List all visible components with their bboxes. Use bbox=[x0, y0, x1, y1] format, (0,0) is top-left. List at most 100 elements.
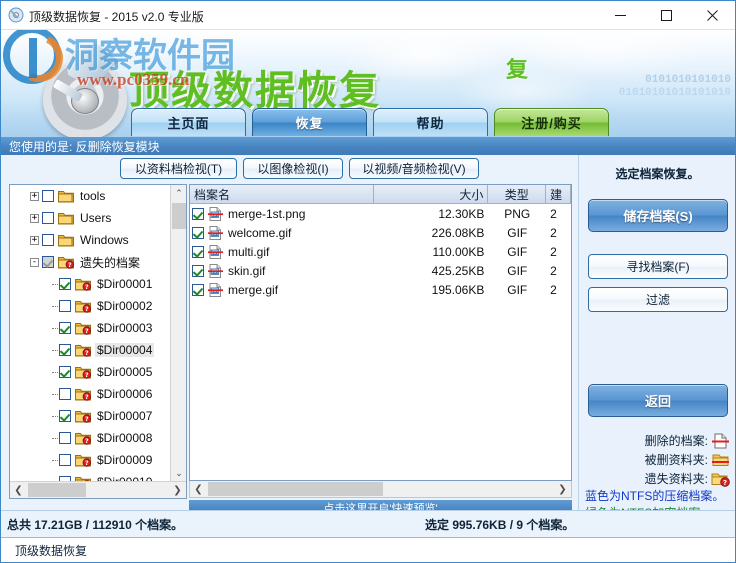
filter-button[interactable]: 过滤 bbox=[588, 287, 728, 312]
tree-item-$dir00001[interactable]: ? $Dir00001 bbox=[10, 273, 171, 295]
file-name-cell[interactable]: merge-1st.png bbox=[190, 206, 374, 221]
back-button[interactable]: 返回 bbox=[588, 384, 728, 417]
tree-item-$dir00002[interactable]: ? $Dir00002 bbox=[10, 295, 171, 317]
tree-item-$dir00009[interactable]: ? $Dir00009 bbox=[10, 449, 171, 471]
file-size-cell: 110.00KB bbox=[432, 244, 485, 259]
file-list-row[interactable]: skin.gif 425.25KB GIF 2 bbox=[190, 261, 571, 280]
tree-scroll-up-arrow-icon[interactable]: ⌃ bbox=[171, 185, 186, 202]
tree-item-遗失的档案[interactable]: -? 遗失的档案 bbox=[10, 251, 171, 273]
tab-recover[interactable]: 恢复 bbox=[252, 108, 367, 136]
file-name-cell[interactable]: merge.gif bbox=[190, 282, 374, 297]
file-name-cell[interactable]: welcome.gif bbox=[190, 225, 374, 240]
folder-tree-panel[interactable]: + tools + Users + Windows -? 遗失的档案? $Dir00001? $D… bbox=[9, 184, 187, 499]
tree-checkbox[interactable] bbox=[59, 278, 71, 290]
tree-item-$dir00007[interactable]: ? $Dir00007 bbox=[10, 405, 171, 427]
file-checkbox[interactable] bbox=[192, 283, 204, 296]
lost-folder-icon: ? bbox=[75, 343, 91, 357]
tree-item-$dir00008[interactable]: ? $Dir00008 bbox=[10, 427, 171, 449]
save-files-button[interactable]: 储存档案(S) bbox=[588, 199, 728, 232]
bottom-app-name-bar: 顶级数据恢复 bbox=[1, 537, 735, 562]
tab-help[interactable]: 帮助 bbox=[373, 108, 488, 136]
svg-text:?: ? bbox=[85, 328, 89, 335]
file-name-text: merge-1st.png bbox=[228, 206, 306, 221]
tree-item-$dir00005[interactable]: ? $Dir00005 bbox=[10, 361, 171, 383]
view-as-video-audio-button[interactable]: 以视频/音频检视(V) bbox=[349, 158, 479, 179]
tree-scroll-thumb[interactable] bbox=[172, 203, 186, 229]
tree-item-$dir00003[interactable]: ? $Dir00003 bbox=[10, 317, 171, 339]
tree-connector-line bbox=[52, 437, 58, 439]
tree-checkbox[interactable] bbox=[59, 410, 71, 422]
view-as-data-files-button[interactable]: 以资料档检视(T) bbox=[120, 158, 237, 179]
status-selected-text: 选定 995.76KB / 9 个档案。 bbox=[425, 518, 575, 532]
file-list-panel[interactable]: 档案名 大小 类型 建 merge-1st.png 12.30KB PNG 2 welc… bbox=[189, 184, 572, 481]
file-checkbox[interactable] bbox=[192, 226, 204, 239]
tree-expander-minus-icon[interactable]: - bbox=[30, 257, 39, 267]
tree-hscroll-thumb[interactable] bbox=[28, 483, 86, 497]
tree-expander-plus-icon[interactable]: + bbox=[30, 235, 39, 245]
file-list-horizontal-scrollbar[interactable]: ❮ ❯ bbox=[189, 481, 572, 498]
find-files-button[interactable]: 寻找档案(F) bbox=[588, 254, 728, 279]
file-checkbox[interactable] bbox=[192, 207, 204, 220]
tree-item-$dir00006[interactable]: ? $Dir00006 bbox=[10, 383, 171, 405]
tree-checkbox[interactable] bbox=[59, 388, 71, 400]
main-content-area: 以资料档检视(T) 以图像检视(I) 以视频/音频检视(V) + tools + Us… bbox=[1, 155, 735, 520]
file-checkbox[interactable] bbox=[192, 264, 204, 277]
tree-checkbox[interactable] bbox=[59, 300, 71, 312]
list-hscroll-thumb[interactable] bbox=[208, 482, 383, 496]
tree-item-users[interactable]: + Users bbox=[10, 207, 171, 229]
tree-checkbox[interactable] bbox=[59, 432, 71, 444]
svg-text:?: ? bbox=[68, 262, 72, 269]
tree-checkbox[interactable] bbox=[59, 344, 71, 356]
list-scroll-left-arrow-icon[interactable]: ❮ bbox=[190, 482, 207, 497]
maximize-button[interactable] bbox=[643, 1, 689, 30]
tree-item-label: $Dir00006 bbox=[97, 387, 153, 401]
file-name-text: welcome.gif bbox=[228, 225, 292, 240]
column-header-created[interactable]: 建 bbox=[546, 185, 571, 204]
action-panel: 选定档案恢复。 储存档案(S) 寻找档案(F) 过滤 返回 删除的档案: 被删资… bbox=[578, 155, 735, 520]
tree-scroll-down-arrow-icon[interactable]: ⌄ bbox=[171, 465, 186, 482]
view-as-images-button[interactable]: 以图像检视(I) bbox=[243, 158, 343, 179]
file-created-cell: 2 bbox=[550, 282, 557, 297]
tree-expander-plus-icon[interactable]: + bbox=[30, 213, 39, 223]
tab-home[interactable]: 主页面 bbox=[131, 108, 246, 136]
lost-folder-icon: ? bbox=[75, 299, 91, 313]
tree-item-windows[interactable]: + Windows bbox=[10, 229, 171, 251]
close-button[interactable] bbox=[689, 1, 735, 30]
file-name-cell[interactable]: multi.gif bbox=[190, 244, 374, 259]
file-type-cell: GIF bbox=[507, 244, 528, 259]
app-banner: 0101010101010 01010101010101010 顶级数据恢复 复… bbox=[1, 30, 735, 137]
minimize-button[interactable] bbox=[597, 1, 643, 30]
tree-checkbox[interactable] bbox=[42, 190, 54, 202]
file-name-cell[interactable]: skin.gif bbox=[190, 263, 374, 278]
column-header-filename[interactable]: 档案名 bbox=[190, 185, 374, 204]
deleted-image-file-icon bbox=[208, 206, 224, 221]
tree-vertical-scrollbar[interactable]: ⌃ ⌄ bbox=[170, 185, 186, 482]
tree-item-label: $Dir00003 bbox=[97, 321, 153, 335]
tree-item-$dir00004[interactable]: ? $Dir00004 bbox=[10, 339, 171, 361]
file-list-row[interactable]: merge.gif 195.06KB GIF 2 bbox=[190, 280, 571, 299]
tab-register-purchase[interactable]: 注册/购买 bbox=[494, 108, 609, 136]
tree-item-label: $Dir00004 bbox=[95, 343, 155, 357]
list-scroll-right-arrow-icon[interactable]: ❯ bbox=[554, 482, 571, 497]
tree-expander-plus-icon[interactable]: + bbox=[30, 191, 39, 201]
tree-checkbox[interactable] bbox=[42, 234, 54, 246]
file-checkbox[interactable] bbox=[192, 245, 204, 258]
tree-checkbox[interactable] bbox=[59, 322, 71, 334]
tree-checkbox[interactable] bbox=[59, 454, 71, 466]
column-header-type[interactable]: 类型 bbox=[488, 185, 547, 204]
file-list-row[interactable]: multi.gif 110.00KB GIF 2 bbox=[190, 242, 571, 261]
file-created-cell: 2 bbox=[550, 244, 557, 259]
file-list-row[interactable]: merge-1st.png 12.30KB PNG 2 bbox=[190, 204, 571, 223]
file-name-text: multi.gif bbox=[228, 244, 270, 259]
tree-item-tools[interactable]: + tools bbox=[10, 185, 171, 207]
file-list-row[interactable]: welcome.gif 226.08KB GIF 2 bbox=[190, 223, 571, 242]
column-header-size[interactable]: 大小 bbox=[373, 185, 489, 204]
legend-label-deleted-file: 删除的档案: bbox=[644, 434, 708, 448]
tree-scroll-left-arrow-icon[interactable]: ❮ bbox=[10, 482, 27, 498]
tree-horizontal-scrollbar[interactable]: ❮ ❯ bbox=[10, 481, 186, 498]
tree-checkbox[interactable] bbox=[42, 256, 54, 268]
tree-checkbox[interactable] bbox=[42, 212, 54, 224]
legend-label-deleted-folder: 被删资料夹: bbox=[644, 453, 708, 467]
tree-scroll-right-arrow-icon[interactable]: ❯ bbox=[169, 482, 186, 498]
tree-checkbox[interactable] bbox=[59, 366, 71, 378]
